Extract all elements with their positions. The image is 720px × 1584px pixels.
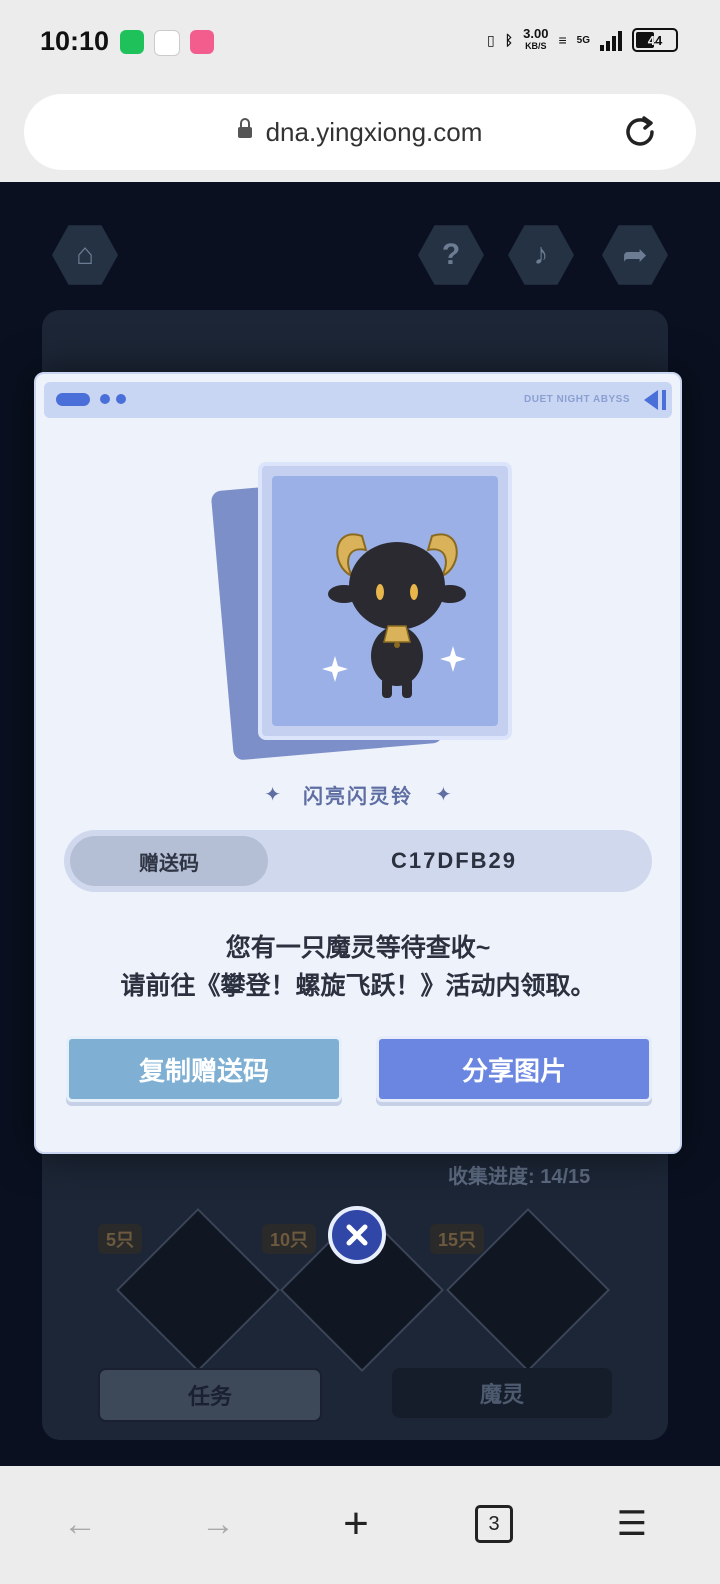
close-icon	[346, 1224, 368, 1246]
milestone-label: 10只	[262, 1224, 317, 1254]
network-speed: 3.00 KB/S	[523, 26, 549, 51]
message-line-1: 您有一只魔灵等待查收~	[225, 934, 491, 962]
vibrate-icon: ▯	[487, 31, 495, 48]
share-image-button[interactable]: 分享图片	[376, 1036, 652, 1102]
pet-name-row: ✦ 闪亮闪灵铃 ✦	[36, 780, 680, 809]
system-icons: ▯ ᛒ 3.00 KB/S ≡ 5G 44	[487, 26, 678, 52]
music-icon[interactable]: ♪	[508, 225, 574, 285]
forward-arrow-icon[interactable]: →	[188, 1494, 248, 1554]
browser-toolbar: dna.yingxiong.com	[0, 86, 720, 182]
modal-header: DUET NIGHT ABYSS	[44, 382, 672, 418]
tab-task[interactable]: 任务	[98, 1368, 322, 1422]
milestone-label: 5只	[98, 1224, 143, 1254]
play-arrow-icon	[644, 390, 658, 410]
reload-icon[interactable]	[620, 112, 660, 152]
gift-code-modal: DUET NIGHT ABYSS ✦ 闪亮闪灵铃 ✦ 赠送码 C17DFB29 …	[34, 372, 682, 1154]
battery-level: 44	[647, 32, 663, 48]
tabs-button[interactable]: 3	[464, 1494, 524, 1554]
notification-icons	[120, 30, 214, 56]
gift-code-value[interactable]: C17DFB29	[284, 830, 624, 892]
battery-icon: 44	[632, 28, 678, 52]
close-modal-button[interactable]	[328, 1206, 386, 1264]
qq-icon	[154, 30, 180, 56]
browser-bottom-nav: ← → + 3 ☰	[0, 1466, 720, 1584]
back-arrow-icon[interactable]: ←	[50, 1494, 110, 1554]
bluetooth-icon: ᛒ	[504, 32, 514, 48]
message-line-2: 请前往《攀登！螺旋飞跃！》活动内领取。	[120, 972, 596, 1000]
status-time: 10:10	[40, 26, 110, 56]
url-bar[interactable]: dna.yingxiong.com	[24, 94, 696, 170]
wechat-icon	[120, 30, 144, 54]
signal-icon	[600, 29, 622, 51]
goat-pet-image	[322, 533, 466, 698]
pet-card	[258, 462, 512, 740]
milestone-label: 15只	[430, 1224, 485, 1254]
new-tab-plus-icon[interactable]: +	[326, 1494, 386, 1554]
help-icon[interactable]: ?	[418, 225, 484, 285]
copy-code-button[interactable]: 复制赠送码	[66, 1036, 342, 1102]
gift-code-label: 赠送码	[70, 836, 268, 886]
status-bar: 10:10 ▯ ᛒ 3.00 KB/S ≡ 5G 44	[0, 0, 720, 86]
wifi-icon: ≡	[558, 32, 567, 48]
collection-progress: 收集进度: 14/15	[448, 1166, 591, 1188]
tab-spirit[interactable]: 魔灵	[392, 1368, 612, 1418]
menu-icon[interactable]: ☰	[602, 1494, 662, 1554]
sparkle-icon: ✦	[264, 784, 281, 806]
sparkle-icon: ✦	[435, 784, 452, 806]
bilibili-icon	[190, 30, 214, 54]
share-icon[interactable]: ➦	[602, 225, 668, 285]
tab-count: 3	[475, 1505, 513, 1543]
header-brand: DUET NIGHT ABYSS	[524, 394, 630, 405]
home-icon[interactable]: ⌂	[52, 225, 118, 285]
network-type: 5G	[576, 34, 590, 46]
gift-code-row: 赠送码 C17DFB29	[64, 830, 652, 892]
pet-name: 闪亮闪灵铃	[303, 786, 413, 808]
url-text: dna.yingxiong.com	[265, 116, 483, 147]
lock-icon	[237, 118, 252, 140]
